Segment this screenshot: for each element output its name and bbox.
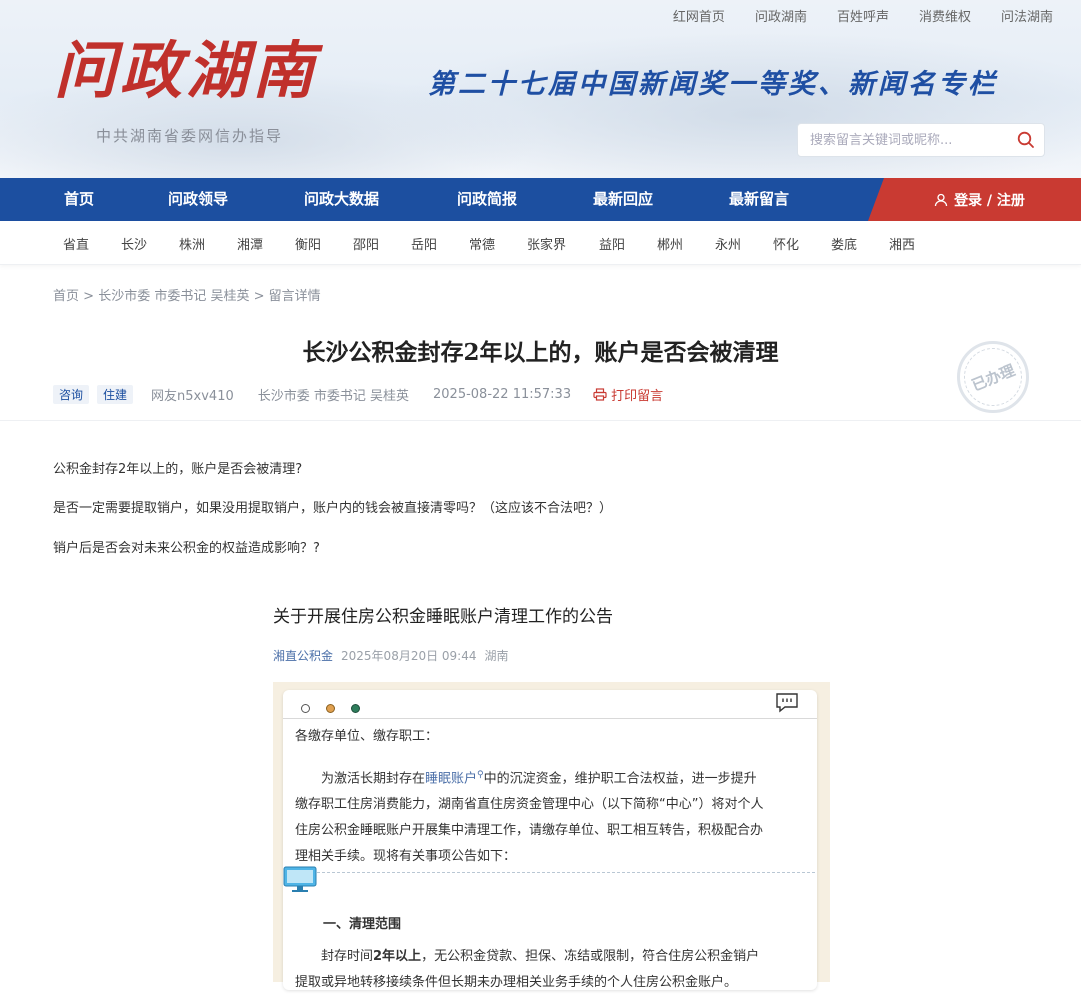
breadcrumb-current: 留言详情	[268, 289, 321, 304]
tag-housing[interactable]: 住建	[97, 384, 134, 404]
post-time: 2025-08-22 11:57:33	[433, 386, 572, 402]
user-icon	[934, 193, 948, 206]
post-paragraph: 公积金封存2年以上的，账户是否会被清理?	[53, 462, 303, 477]
stamp-label: 已办理	[968, 360, 1018, 395]
city-yongzhou[interactable]: 永州	[715, 234, 741, 253]
top-link-wenzheng[interactable]: 问政湖南	[755, 6, 807, 25]
notice-line: 提取或异地转移接续条件但长期未办理相关业务手续的个人住房公积金账户。	[295, 975, 738, 991]
search-icon[interactable]	[1016, 130, 1036, 150]
article-title: 关于开展住房公积金睡眠账户清理工作的公告	[273, 607, 613, 627]
nav-latest-replies[interactable]: 最新回应	[593, 178, 653, 221]
breadcrumb-section[interactable]: 长沙市委 市委书记 吴桂英	[98, 289, 249, 304]
card-header-line	[283, 718, 817, 719]
post-meta: 咨询 住建 网友n5xv410 长沙市委 市委书记 吴桂英 2025-08-22…	[53, 384, 663, 404]
section-divider	[317, 872, 815, 873]
article-date: 2025年08月20日 09:44	[341, 649, 477, 663]
nav-leaders[interactable]: 问政领导	[168, 178, 228, 221]
sleep-account-link[interactable]: 睡眠账户	[425, 771, 477, 786]
nav-home[interactable]: 首页	[64, 178, 94, 221]
breadcrumb-separator: >	[249, 289, 269, 304]
notice-paragraph: 封存时间2年以上，无公积金贷款、担保、冻结或限制，符合住房公积金销户	[321, 949, 760, 965]
search-hint-icon: ⚲	[477, 770, 484, 780]
notice-line: 缴存职工住房消费能力，湖南省直住房资金管理中心（以下简称“中心”）将对个人	[295, 797, 764, 813]
top-link-baixing[interactable]: 百姓呼声	[837, 6, 889, 25]
search-box	[797, 123, 1045, 157]
top-link-xiaofei[interactable]: 消费维权	[919, 6, 971, 25]
breadcrumb: 首页 > 长沙市委 市委书记 吴桂英 > 留言详情	[53, 285, 321, 304]
notice-line: 理相关手续。现将有关事项公告如下：	[295, 849, 517, 865]
post-title: 长沙公积金封存2年以上的，账户是否会被清理	[302, 339, 779, 366]
login-register-button[interactable]: 登录 / 注册	[868, 178, 1081, 221]
top-link-hongwang[interactable]: 红网首页	[673, 6, 725, 25]
city-xiangxi[interactable]: 湘西	[889, 234, 915, 253]
city-huaihua[interactable]: 怀化	[773, 234, 799, 253]
window-dots	[301, 704, 360, 713]
post-author: 网友n5xv410	[151, 388, 234, 404]
city-yiyang[interactable]: 益阳	[599, 234, 625, 253]
site-header: 红网首页 问政湖南 百姓呼声 消费维权 问法湖南 问政湖南 中共湖南省委网信办指…	[0, 0, 1081, 178]
nav-briefing[interactable]: 问政简报	[457, 178, 517, 221]
monitor-icon	[283, 866, 317, 892]
chat-bubble-icon	[776, 693, 798, 713]
processed-stamp: 已办理	[955, 339, 1031, 415]
notice-image: 各缴存单位、缴存职工： 为激活长期封存在睡眠账户⚲中的沉淀资金，维护职工合法权益…	[273, 682, 830, 990]
dot-white	[301, 704, 310, 713]
city-shaoyang[interactable]: 邵阳	[353, 234, 379, 253]
embedded-article: 关于开展住房公积金睡眠账户清理工作的公告 湘直公积金 2025年08月20日 0…	[273, 602, 833, 664]
city-loudi[interactable]: 娄底	[831, 234, 857, 253]
city-changde[interactable]: 常德	[469, 234, 495, 253]
print-button[interactable]: 打印留言	[593, 385, 663, 404]
city-changsha[interactable]: 长沙	[121, 234, 147, 253]
notice-salutation: 各缴存单位、缴存职工：	[295, 729, 439, 744]
site-logo[interactable]: 问政湖南	[54, 40, 318, 102]
dot-green	[351, 704, 360, 713]
city-zhuzhou[interactable]: 株洲	[179, 234, 205, 253]
article-source[interactable]: 湘直公积金	[273, 647, 333, 664]
divider	[0, 420, 1081, 421]
notice-card: 各缴存单位、缴存职工： 为激活长期封存在睡眠账户⚲中的沉淀资金，维护职工合法权益…	[283, 690, 817, 990]
login-label: 登录 / 注册	[954, 192, 1025, 209]
dot-orange	[326, 704, 335, 713]
post-paragraph: 是否一定需要提取销户，如果没用提取销户，账户内的钱会被直接清零吗？（这应该不合法…	[53, 501, 613, 516]
city-yueyang[interactable]: 岳阳	[411, 234, 437, 253]
notice-body: 各缴存单位、缴存职工： 为激活长期封存在睡眠账户⚲中的沉淀资金，维护职工合法权益…	[295, 724, 805, 996]
printer-icon	[593, 387, 607, 401]
city-nav: 省直 长沙 株洲 湘潭 衡阳 邵阳 岳阳 常德 张家界 益阳 郴州 永州 怀化 …	[0, 221, 1081, 265]
article-meta: 湘直公积金 2025年08月20日 09:44 湖南	[273, 647, 833, 664]
print-label: 打印留言	[611, 388, 664, 404]
breadcrumb-home[interactable]: 首页	[53, 289, 79, 304]
notice-line: 住房公积金睡眠账户开展集中清理工作，请缴存单位、职工相互转告，积极配合办	[295, 823, 764, 839]
city-xiangtan[interactable]: 湘潭	[237, 234, 263, 253]
post-target: 长沙市委 市委书记 吴桂英	[257, 388, 410, 404]
header-slogan: 第二十七届中国新闻奖一等奖、新闻名专栏	[428, 69, 998, 100]
city-shengzhi[interactable]: 省直	[63, 234, 89, 253]
breadcrumb-separator: >	[79, 289, 99, 304]
top-links: 红网首页 问政湖南 百姓呼声 消费维权 问法湖南	[673, 6, 1053, 25]
article-region: 湖南	[484, 649, 509, 663]
city-zhangjiajie[interactable]: 张家界	[527, 234, 566, 253]
post-paragraph: 销户后是否会对未来公积金的权益造成影响？?	[53, 541, 320, 556]
tag-consult[interactable]: 咨询	[53, 384, 90, 404]
logo-subtitle: 中共湖南省委网信办指导	[96, 127, 284, 145]
search-input[interactable]	[810, 124, 1010, 156]
notice-section-heading: 一、清理范围	[323, 917, 402, 933]
top-link-wenfa[interactable]: 问法湖南	[1001, 6, 1053, 25]
city-hengyang[interactable]: 衡阳	[295, 234, 321, 253]
nav-bigdata[interactable]: 问政大数据	[304, 178, 379, 221]
city-chenzhou[interactable]: 郴州	[657, 234, 683, 253]
notice-paragraph: 为激活长期封存在睡眠账户⚲中的沉淀资金，维护职工合法权益，进一步提升	[321, 770, 757, 787]
nav-latest-messages[interactable]: 最新留言	[729, 178, 789, 221]
